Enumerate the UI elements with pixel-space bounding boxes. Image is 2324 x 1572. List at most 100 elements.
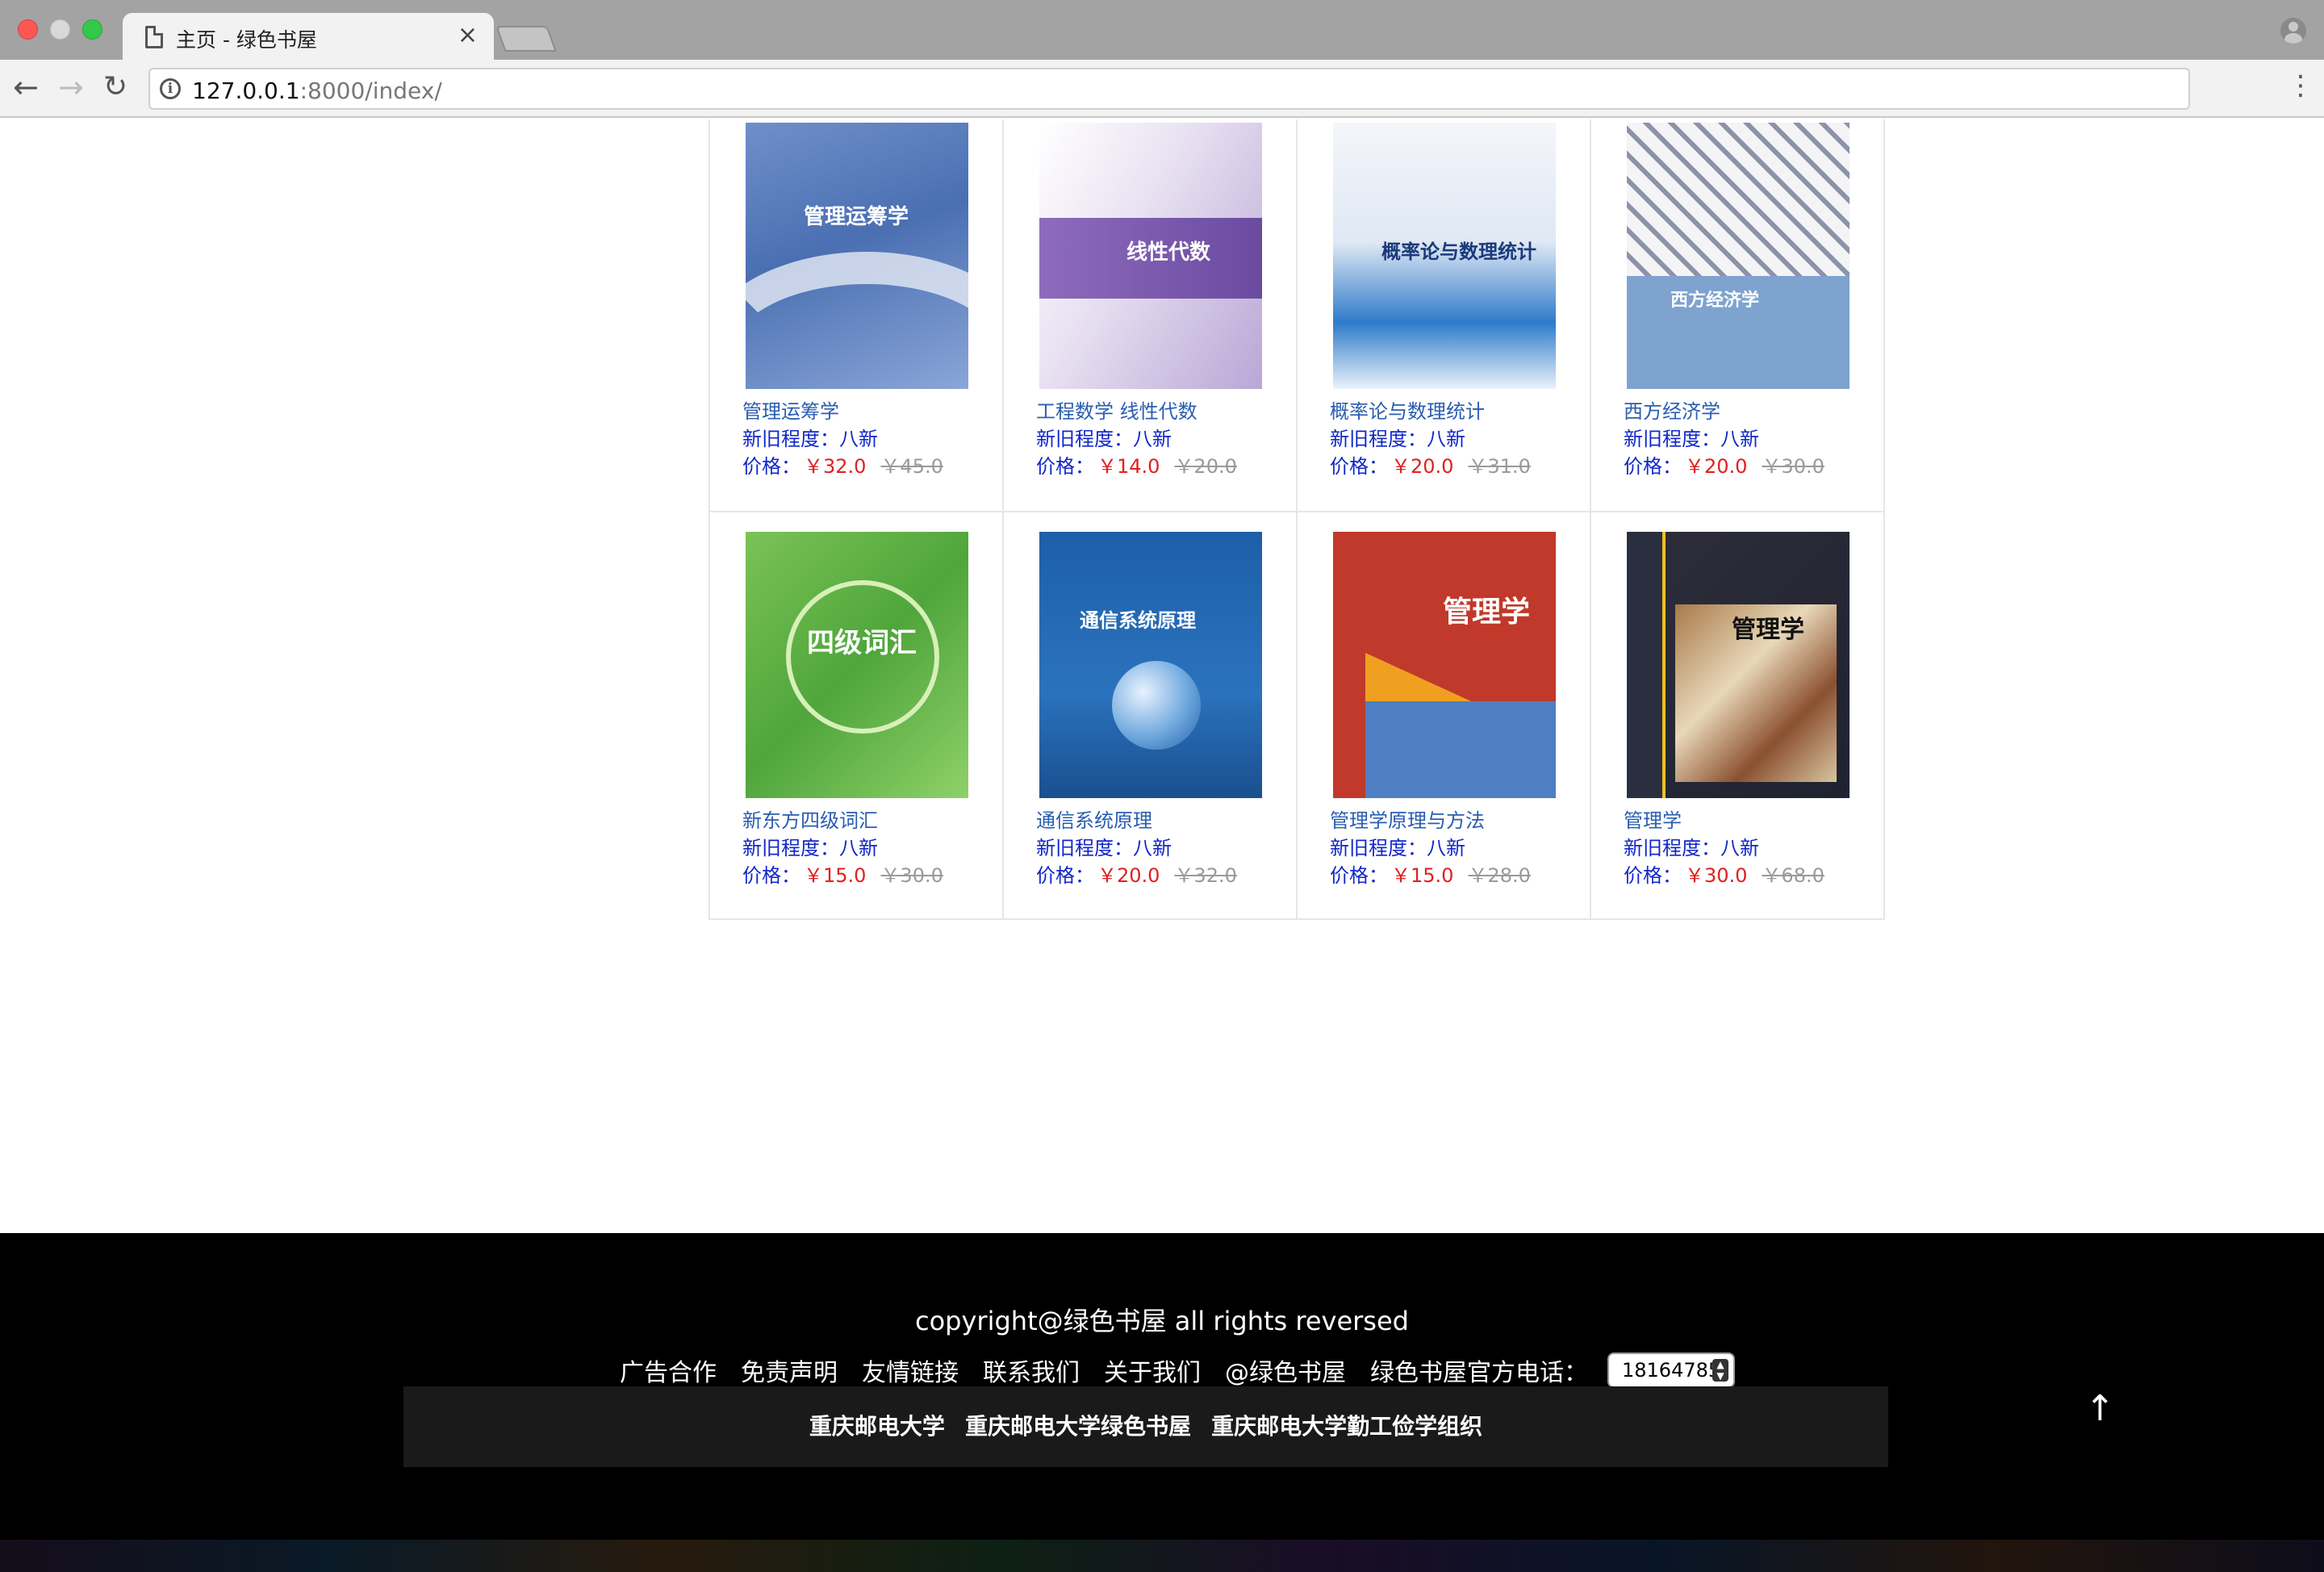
profile-icon[interactable] — [2280, 18, 2306, 44]
original-price: ￥28.0 — [1468, 864, 1531, 887]
book-card[interactable]: 四级词汇 新东方四级词汇 新旧程度：八新 价格： ￥15.0 ￥30.0 — [708, 511, 1004, 920]
cover-title: 通信系统原理 — [1080, 608, 1196, 632]
book-cover-image[interactable]: 管理运筹学 — [746, 123, 968, 389]
school-link[interactable]: 重庆邮电大学勤工俭学组织 — [1211, 1413, 1482, 1440]
address-bar[interactable]: i 127.0.0.1:8000/index/ ⚿ ☆ — [148, 68, 2190, 110]
book-card[interactable]: 管理学 管理学 新旧程度：八新 价格： ￥30.0 ￥68.0 — [1590, 511, 1885, 920]
book-grid: 管理运筹学 管理运筹学 新旧程度：八新 价格： ￥32.0 ￥45.0 线性代数 工… — [708, 119, 1885, 920]
cover-title: 四级词汇 — [807, 627, 917, 659]
book-cover-image[interactable]: 线性代数 — [1039, 123, 1262, 389]
cover-title: 西方经济学 — [1670, 290, 1760, 311]
footer-links: 广告合作 免责声明 友情链接 联系我们 关于我们 @绿色书屋 绿色书屋官方电话：… — [620, 1351, 1735, 1390]
price-label: 价格： — [1036, 864, 1094, 887]
back-arrow-icon[interactable]: ← — [13, 71, 39, 103]
cover-decoration — [1627, 532, 1666, 798]
price-label: 价格： — [1036, 455, 1094, 478]
browser-toolbar: ← → ↻ i 127.0.0.1:8000/index/ ⚿ ☆ ⋮ — [0, 60, 2324, 118]
book-card[interactable]: 管理学 管理学原理与方法 新旧程度：八新 价格： ￥15.0 ￥28.0 — [1296, 511, 1591, 920]
book-cover-image[interactable]: 管理学 — [1333, 532, 1556, 798]
school-link[interactable]: 重庆邮电大学绿色书屋 — [965, 1413, 1191, 1440]
book-title-link[interactable]: 新东方四级词汇 — [742, 805, 878, 833]
original-price: ￥45.0 — [880, 455, 943, 478]
document-icon — [145, 26, 163, 48]
menu-dots-icon[interactable]: ⋮ — [2287, 69, 2314, 102]
price-label: 价格： — [1330, 455, 1388, 478]
original-price: ￥68.0 — [1762, 864, 1825, 887]
copyright-text: copyright@绿色书屋 all rights reversed — [915, 1306, 1409, 1336]
book-price-line: 价格： ￥30.0 ￥68.0 — [1624, 859, 1825, 888]
book-condition: 新旧程度：八新 — [1330, 837, 1465, 859]
url-text[interactable]: 127.0.0.1:8000/index/ — [192, 77, 442, 104]
phone-select-value: 18164785 — [1622, 1359, 1721, 1382]
footer-link-contact[interactable]: 联系我们 — [983, 1353, 1080, 1388]
original-price: ￥20.0 — [1174, 455, 1237, 478]
footer-link-ads[interactable]: 广告合作 — [620, 1353, 717, 1388]
book-title-link[interactable]: 工程数学 线性代数 — [1036, 395, 1198, 424]
window-maximize-button[interactable] — [82, 19, 102, 40]
original-price: ￥32.0 — [1174, 864, 1237, 887]
tab-title: 主页 - 绿色书屋 — [176, 28, 317, 52]
book-card[interactable]: 通信系统原理 通信系统原理 新旧程度：八新 价格： ￥20.0 ￥32.0 — [1002, 511, 1298, 920]
book-cover-image[interactable]: 概率论与数理统计 — [1333, 123, 1556, 389]
forward-arrow-icon[interactable]: → — [58, 71, 84, 103]
book-title-link[interactable]: 西方经济学 — [1624, 395, 1720, 424]
book-condition: 新旧程度：八新 — [742, 428, 878, 450]
cover-decoration — [1627, 123, 1850, 276]
book-price-line: 价格： ￥32.0 ￥45.0 — [742, 450, 943, 479]
phone-select[interactable]: 18164785 ▲ ▼ — [1607, 1353, 1735, 1388]
book-title-link[interactable]: 概率论与数理统计 — [1330, 395, 1485, 424]
price-label: 价格： — [742, 864, 800, 887]
url-path: :8000/index/ — [299, 77, 442, 104]
site-footer: copyright@绿色书屋 all rights reversed 广告合作 … — [0, 1233, 2324, 1572]
url-host: 127.0.0.1 — [192, 77, 300, 104]
current-price: ￥15.0 — [804, 864, 867, 887]
original-price: ￥30.0 — [1762, 455, 1825, 478]
school-links: 重庆邮电大学 重庆邮电大学绿色书屋 重庆邮电大学勤工俭学组织 — [403, 1409, 1888, 1441]
book-card[interactable]: 西方经济学 西方经济学 新旧程度：八新 价格： ￥20.0 ￥30.0 — [1590, 119, 1885, 512]
book-price-line: 价格： ￥20.0 ￥32.0 — [1036, 859, 1237, 888]
cover-title: 线性代数 — [1126, 240, 1211, 265]
original-price: ￥30.0 — [880, 864, 943, 887]
book-price-line: 价格： ￥20.0 ￥30.0 — [1624, 450, 1825, 479]
price-label: 价格： — [1330, 864, 1388, 887]
book-title-link[interactable]: 管理学原理与方法 — [1330, 805, 1485, 833]
footer-link-friends[interactable]: 友情链接 — [862, 1353, 959, 1388]
cover-decoration — [1365, 701, 1556, 798]
book-condition: 新旧程度：八新 — [742, 837, 878, 859]
book-title-link[interactable]: 通信系统原理 — [1036, 805, 1152, 833]
browser-tab-strip: 主页 - 绿色书屋 × — [0, 0, 2324, 60]
book-title-link[interactable]: 管理学 — [1624, 805, 1682, 833]
tab-close-icon[interactable]: × — [458, 21, 478, 49]
footer-link-handle[interactable]: @绿色书屋 — [1225, 1353, 1346, 1388]
book-cover-image[interactable]: 管理学 — [1627, 532, 1850, 798]
book-condition: 新旧程度：八新 — [1330, 428, 1465, 450]
current-price: ￥32.0 — [804, 455, 867, 478]
original-price: ￥31.0 — [1468, 455, 1531, 478]
cover-title: 概率论与数理统计 — [1381, 240, 1536, 263]
book-price-line: 价格： ￥15.0 ￥30.0 — [742, 859, 943, 888]
price-label: 价格： — [742, 455, 800, 478]
browser-tab-active[interactable]: 主页 - 绿色书屋 × — [123, 13, 494, 60]
book-title-link[interactable]: 管理运筹学 — [742, 395, 839, 424]
book-card[interactable]: 管理运筹学 管理运筹学 新旧程度：八新 价格： ￥32.0 ￥45.0 — [708, 119, 1004, 512]
reload-icon[interactable]: ↻ — [103, 71, 127, 103]
info-icon[interactable]: i — [160, 78, 181, 99]
window-close-button[interactable] — [18, 19, 38, 40]
current-price: ￥20.0 — [1685, 455, 1748, 478]
cover-decoration — [1112, 661, 1201, 750]
book-cover-image[interactable]: 西方经济学 — [1627, 123, 1850, 389]
book-card[interactable]: 线性代数 工程数学 线性代数 新旧程度：八新 价格： ￥14.0 ￥20.0 — [1002, 119, 1298, 512]
new-tab-button[interactable] — [495, 26, 557, 52]
school-link[interactable]: 重庆邮电大学 — [809, 1413, 945, 1440]
book-cover-image[interactable]: 通信系统原理 — [1039, 532, 1262, 798]
page-content: 管理运筹学 管理运筹学 新旧程度：八新 价格： ￥32.0 ￥45.0 线性代数 工… — [0, 119, 2324, 1572]
current-price: ￥20.0 — [1097, 864, 1160, 887]
cover-title: 管理运筹学 — [804, 205, 909, 229]
back-to-top-arrow-icon[interactable]: ↑ — [2085, 1388, 2115, 1429]
book-card[interactable]: 概率论与数理统计 概率论与数理统计 新旧程度：八新 价格： ￥20.0 ￥31.0 — [1296, 119, 1591, 512]
footer-link-disclaimer[interactable]: 免责声明 — [741, 1353, 838, 1388]
current-price: ￥20.0 — [1391, 455, 1454, 478]
book-cover-image[interactable]: 四级词汇 — [746, 532, 968, 798]
footer-link-about[interactable]: 关于我们 — [1104, 1353, 1201, 1388]
window-minimize-button[interactable] — [50, 19, 70, 40]
